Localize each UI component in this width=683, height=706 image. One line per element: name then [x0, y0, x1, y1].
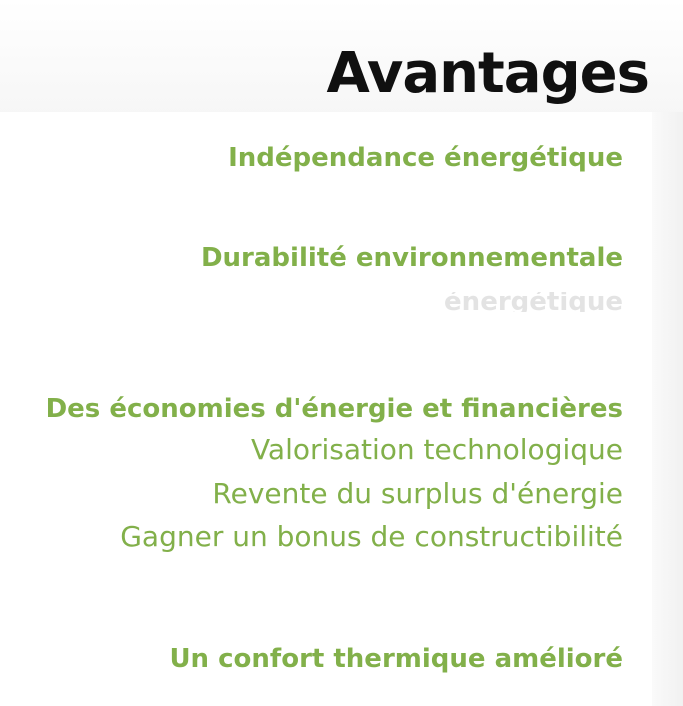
advantage-heading-savings: Des économies d'énergie et financières	[45, 394, 623, 424]
panel-edge	[652, 112, 683, 706]
faded-text: énergétique	[444, 292, 623, 312]
advantage-heading-sustainability: Durabilité environnementale	[200, 243, 623, 273]
sub-item-constructibility-bonus: Gagner un bonus de constructibilité	[120, 520, 623, 553]
page-title: Avantages	[326, 41, 650, 106]
sub-item-surplus-resale: Revente du surplus d'énergie	[212, 477, 623, 510]
advantage-heading-thermal-comfort: Un confort thermique amélioré	[169, 644, 623, 674]
advantage-heading-energy-independence: Indépendance énergétique	[228, 143, 623, 173]
sub-item-tech-valorisation: Valorisation technologique	[250, 433, 623, 466]
